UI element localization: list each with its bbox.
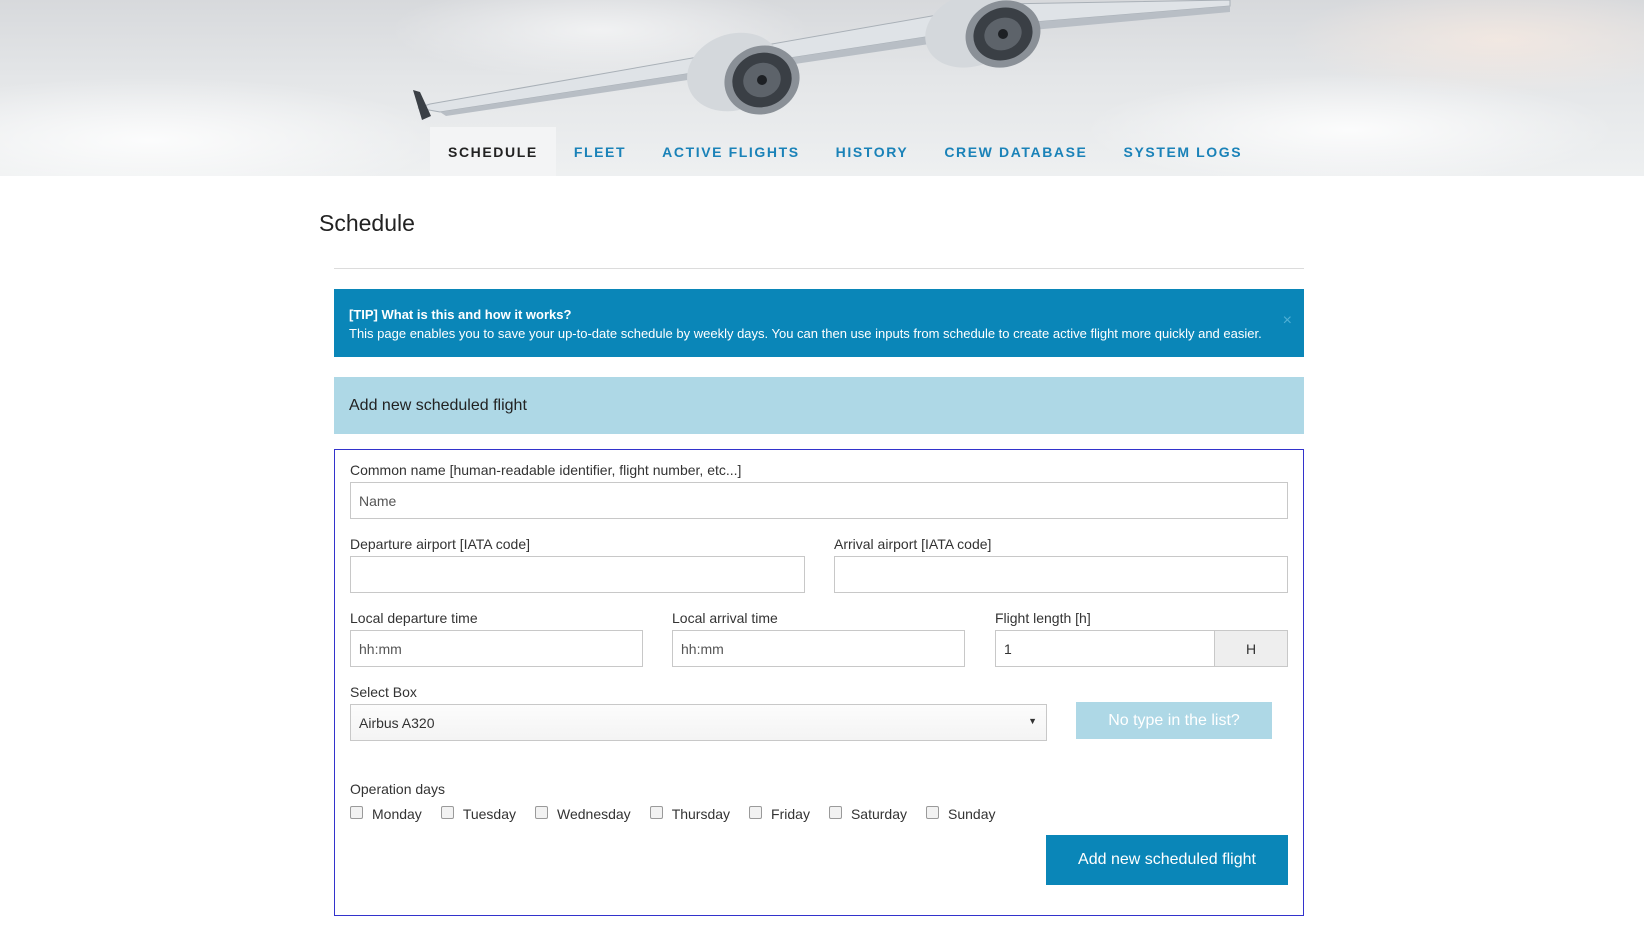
day-thursday: Thursday <box>649 806 731 822</box>
flight-length-input[interactable] <box>995 630 1215 667</box>
monday-checkbox[interactable] <box>350 806 363 819</box>
add-scheduled-flight-button[interactable]: Add new scheduled flight <box>1046 835 1288 885</box>
hero-banner: SCHEDULE FLEET ACTIVE FLIGHTS HISTORY CR… <box>0 0 1644 176</box>
arrival-airport-input[interactable] <box>834 556 1288 593</box>
day-label: Wednesday <box>557 806 631 822</box>
saturday-checkbox[interactable] <box>828 806 842 819</box>
day-label: Tuesday <box>462 806 516 822</box>
nav-tab-fleet[interactable]: FLEET <box>556 127 644 176</box>
nav-tab-crew-database[interactable]: CREW DATABASE <box>926 127 1105 176</box>
aircraft-type-label: Select Box <box>350 684 417 700</box>
tip-body: This page enables you to save your up-to… <box>349 326 1262 341</box>
aircraft-type-selected: Airbus A320 <box>359 714 435 731</box>
day-friday: Friday <box>749 806 810 822</box>
arrival-airport-label: Arrival airport [IATA code] <box>834 536 992 552</box>
operation-days-label: Operation days <box>350 781 445 797</box>
page-title: Schedule <box>319 210 415 236</box>
no-type-button[interactable]: No type in the list? <box>1076 702 1272 739</box>
day-monday: Monday <box>350 806 422 822</box>
operation-days-group: Monday Tuesday Wednesday Thursday Friday… <box>350 806 1014 822</box>
day-label: Thursday <box>671 806 731 822</box>
departure-airport-label: Departure airport [IATA code] <box>350 536 531 552</box>
nav-tab-system-logs[interactable]: SYSTEM LOGS <box>1106 127 1261 176</box>
departure-airport-input[interactable] <box>350 556 805 593</box>
flight-length-label: Flight length [h] <box>995 610 1091 626</box>
day-wednesday: Wednesday <box>535 806 631 822</box>
day-label: Monday <box>372 806 422 822</box>
thursday-checkbox[interactable] <box>649 806 663 819</box>
hours-addon: H <box>1214 630 1288 667</box>
day-tuesday: Tuesday <box>440 806 516 822</box>
title-divider <box>334 268 1304 269</box>
nav-tab-active-flights[interactable]: ACTIVE FLIGHTS <box>644 127 818 176</box>
day-label: Sunday <box>948 806 996 822</box>
main-nav: SCHEDULE FLEET ACTIVE FLIGHTS HISTORY CR… <box>430 127 1260 176</box>
departure-time-input[interactable] <box>350 630 643 667</box>
tip-title: [TIP] What is this and how it works? <box>349 307 572 322</box>
nav-tab-schedule[interactable]: SCHEDULE <box>430 127 556 176</box>
add-flight-form: Common name [human-readable identifier, … <box>334 449 1304 916</box>
chevron-down-icon: ▼ <box>1028 716 1037 726</box>
sunday-checkbox[interactable] <box>926 806 939 819</box>
common-name-label: Common name [human-readable identifier, … <box>350 462 742 478</box>
arrival-time-input[interactable] <box>672 630 965 667</box>
common-name-input[interactable] <box>350 482 1288 519</box>
tuesday-checkbox[interactable] <box>440 806 454 819</box>
day-label: Saturday <box>850 806 907 822</box>
nav-tab-history[interactable]: HISTORY <box>818 127 927 176</box>
tip-alert: [TIP] What is this and how it works? Thi… <box>334 289 1304 357</box>
aircraft-type-select[interactable]: Airbus A320 ▼ <box>350 704 1047 741</box>
friday-checkbox[interactable] <box>749 806 763 819</box>
departure-time-label: Local departure time <box>350 610 478 626</box>
day-sunday: Sunday <box>926 806 995 822</box>
wednesday-checkbox[interactable] <box>535 806 548 819</box>
arrival-time-label: Local arrival time <box>672 610 778 626</box>
close-icon[interactable]: × <box>1283 311 1292 330</box>
panel-header: Add new scheduled flight <box>334 377 1304 434</box>
day-saturday: Saturday <box>828 806 907 822</box>
day-label: Friday <box>771 806 810 822</box>
